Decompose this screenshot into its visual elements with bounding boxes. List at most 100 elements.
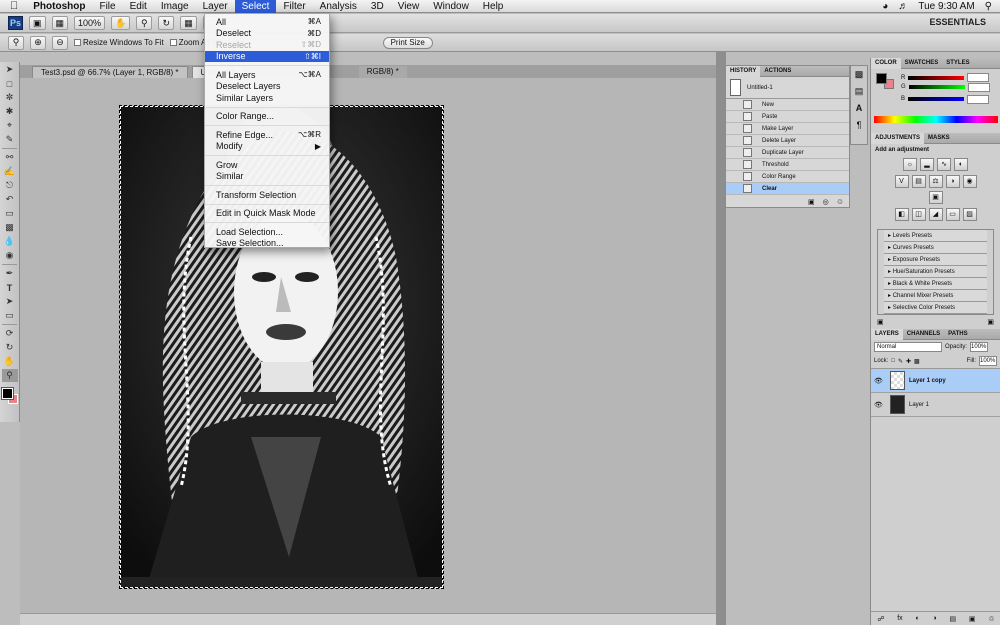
apple-icon[interactable]:  bbox=[0, 0, 26, 13]
panel-foreground-swatch[interactable] bbox=[876, 73, 887, 84]
brightness-contrast-icon[interactable]: ☼ bbox=[903, 158, 917, 171]
wifi-icon[interactable]: ◕ bbox=[882, 1, 888, 12]
menu-item-similar-layers[interactable]: Similar Layers bbox=[205, 92, 329, 104]
link-layers-icon[interactable]: ☍ bbox=[877, 615, 884, 623]
navigator-icon[interactable]: ▩ bbox=[851, 66, 867, 83]
color-balance-icon[interactable]: ⚖ bbox=[928, 175, 943, 188]
snapshot-camera-icon[interactable]: ◎ bbox=[823, 198, 829, 206]
tab-untitled-1-mode[interactable]: RGB/8) * bbox=[358, 66, 407, 78]
menu-window[interactable]: Window bbox=[426, 0, 476, 13]
tab-swatches[interactable]: SWATCHES bbox=[901, 58, 943, 69]
pen-tool-icon[interactable]: ✒ bbox=[2, 267, 18, 280]
menu-item-load-selection[interactable]: Load Selection... bbox=[205, 226, 329, 238]
zoom-tool-icon[interactable]: ⚲ bbox=[136, 16, 153, 30]
preset-black-white[interactable]: ▸ Black & White Presets bbox=[884, 278, 987, 290]
menu-view[interactable]: View bbox=[391, 0, 427, 13]
zoom-tool-icon[interactable]: ⚲ bbox=[1, 369, 18, 382]
menu-item-transform-selection[interactable]: Transform Selection bbox=[205, 189, 329, 201]
tab-paths[interactable]: PATHS bbox=[944, 329, 971, 340]
preset-curves[interactable]: ▸ Curves Presets bbox=[884, 242, 987, 254]
document-canvas-area[interactable] bbox=[20, 78, 716, 613]
trash-icon[interactable]: ♲ bbox=[837, 198, 843, 206]
hand-tool-icon[interactable]: ✋ bbox=[2, 355, 18, 368]
3d-orbit-tool-icon[interactable]: ↻ bbox=[2, 341, 18, 354]
threshold-icon[interactable]: ◢ bbox=[928, 208, 943, 221]
curves-icon[interactable]: ∿ bbox=[937, 158, 951, 171]
history-state[interactable]: Delete Layer bbox=[726, 135, 849, 147]
menu-edit[interactable]: Edit bbox=[123, 0, 154, 13]
arrange-documents-icon[interactable]: ▦ bbox=[180, 16, 197, 30]
hue-saturation-icon[interactable]: ▤ bbox=[911, 175, 926, 188]
red-value[interactable] bbox=[967, 73, 990, 82]
new-document-from-state-icon[interactable]: ▣ bbox=[808, 198, 815, 206]
tab-test3[interactable]: Test3.psd @ 66.7% (Layer 1, RGB/8) * bbox=[32, 66, 188, 78]
photo-filter-icon[interactable]: ◉ bbox=[962, 175, 977, 188]
blue-slider[interactable]: B bbox=[871, 93, 1000, 105]
healing-brush-tool-icon[interactable]: ⚯ bbox=[2, 151, 18, 164]
3d-rotate-tool-icon[interactable]: ⟳ bbox=[2, 327, 18, 340]
magic-wand-tool-icon[interactable]: ✱ bbox=[2, 105, 18, 118]
lock-position-icon[interactable]: ✚ bbox=[906, 358, 911, 365]
menu-image[interactable]: Image bbox=[154, 0, 196, 13]
zoom-out-icon[interactable]: ⊖ bbox=[52, 35, 68, 50]
menu-app-name[interactable]: Photoshop bbox=[26, 0, 92, 13]
zoom-level-dropdown[interactable]: 100% bbox=[74, 16, 106, 30]
tool-preset-picker[interactable]: ⚲ bbox=[8, 35, 24, 50]
blur-tool-icon[interactable]: 💧 bbox=[2, 235, 18, 248]
history-state[interactable]: Paste bbox=[726, 111, 849, 123]
print-size-button[interactable]: Print Size bbox=[382, 36, 433, 49]
marquee-tool-icon[interactable]: □ bbox=[2, 77, 18, 90]
selective-color-icon[interactable]: ▨ bbox=[962, 208, 977, 221]
new-layer-icon[interactable]: ▣ bbox=[969, 615, 976, 623]
new-adjustment-layer-icon[interactable]: ◑ bbox=[932, 615, 936, 622]
layer-style-icon[interactable]: fx bbox=[897, 615, 902, 622]
lasso-tool-icon[interactable]: ✼ bbox=[2, 91, 18, 104]
history-brush-tool-icon[interactable]: ↶ bbox=[2, 193, 18, 206]
new-group-icon[interactable]: ▤ bbox=[949, 615, 956, 623]
blue-value[interactable] bbox=[967, 94, 990, 104]
gradient-tool-icon[interactable]: ▩ bbox=[2, 221, 18, 234]
menu-filter[interactable]: Filter bbox=[276, 0, 312, 13]
eye-icon[interactable]: 👁 bbox=[874, 377, 886, 385]
add-mask-icon[interactable]: ◐ bbox=[915, 615, 919, 622]
menu-item-inverse[interactable]: Inverse ⇧⌘I bbox=[205, 50, 329, 62]
eyedropper-tool-icon[interactable]: ✎ bbox=[2, 133, 18, 146]
path-selection-tool-icon[interactable]: ➤ bbox=[2, 295, 18, 308]
preset-levels[interactable]: ▸ Levels Presets bbox=[884, 230, 987, 242]
preset-selective-color[interactable]: ▸ Selective Color Presets bbox=[884, 302, 987, 314]
menu-select[interactable]: Select bbox=[234, 0, 277, 13]
brush-tool-icon[interactable]: ✍ bbox=[2, 165, 18, 178]
history-snapshot[interactable]: Untitled-1 bbox=[726, 77, 849, 99]
info-icon[interactable]: ▤ bbox=[851, 83, 867, 100]
workspace-switcher[interactable]: ESSENTIALS bbox=[929, 17, 986, 27]
move-tool-icon[interactable]: ➤ bbox=[2, 63, 18, 76]
menu-item-reselect[interactable]: Reselect ⇧⌘D bbox=[205, 39, 329, 51]
clip-to-layer-icon[interactable]: ▣ bbox=[877, 318, 884, 326]
opacity-field[interactable]: 100% bbox=[970, 342, 989, 352]
menu-3d[interactable]: 3D bbox=[364, 0, 391, 13]
layer-row[interactable]: 👁 Layer 1 copy bbox=[871, 369, 1000, 393]
fill-field[interactable]: 100% bbox=[979, 356, 997, 366]
create-new-adjustment-icon[interactable]: ▣ bbox=[987, 318, 994, 326]
menu-item-similar[interactable]: Similar bbox=[205, 171, 329, 183]
menu-item-color-range[interactable]: Color Range... bbox=[205, 111, 329, 123]
tab-layers[interactable]: LAYERS bbox=[871, 328, 903, 340]
menu-item-deselect[interactable]: Deselect ⌘D bbox=[205, 28, 329, 40]
history-state[interactable]: New bbox=[726, 99, 849, 111]
green-value[interactable] bbox=[967, 82, 990, 92]
tab-actions[interactable]: ACTIONS bbox=[760, 66, 795, 77]
invert-icon[interactable]: ◧ bbox=[894, 208, 909, 221]
tab-styles[interactable]: STYLES bbox=[942, 58, 973, 69]
lock-transparency-icon[interactable]: □ bbox=[891, 358, 895, 364]
lock-pixels-icon[interactable]: ✎ bbox=[898, 358, 903, 365]
menu-item-quick-mask[interactable]: Edit in Quick Mask Mode bbox=[205, 208, 329, 220]
tab-channels[interactable]: CHANNELS bbox=[903, 329, 944, 340]
tab-masks[interactable]: MASKS bbox=[924, 133, 954, 144]
history-state-selected[interactable]: Clear bbox=[726, 183, 849, 195]
type-tool-icon[interactable]: T bbox=[2, 281, 18, 294]
hand-tool-icon[interactable]: ✋ bbox=[111, 16, 131, 30]
menu-item-all[interactable]: All ⌘A bbox=[205, 16, 329, 28]
paragraph-icon[interactable]: ¶ bbox=[851, 117, 867, 134]
foreground-color-swatch[interactable] bbox=[1, 387, 14, 400]
tab-history[interactable]: HISTORY bbox=[726, 65, 761, 77]
